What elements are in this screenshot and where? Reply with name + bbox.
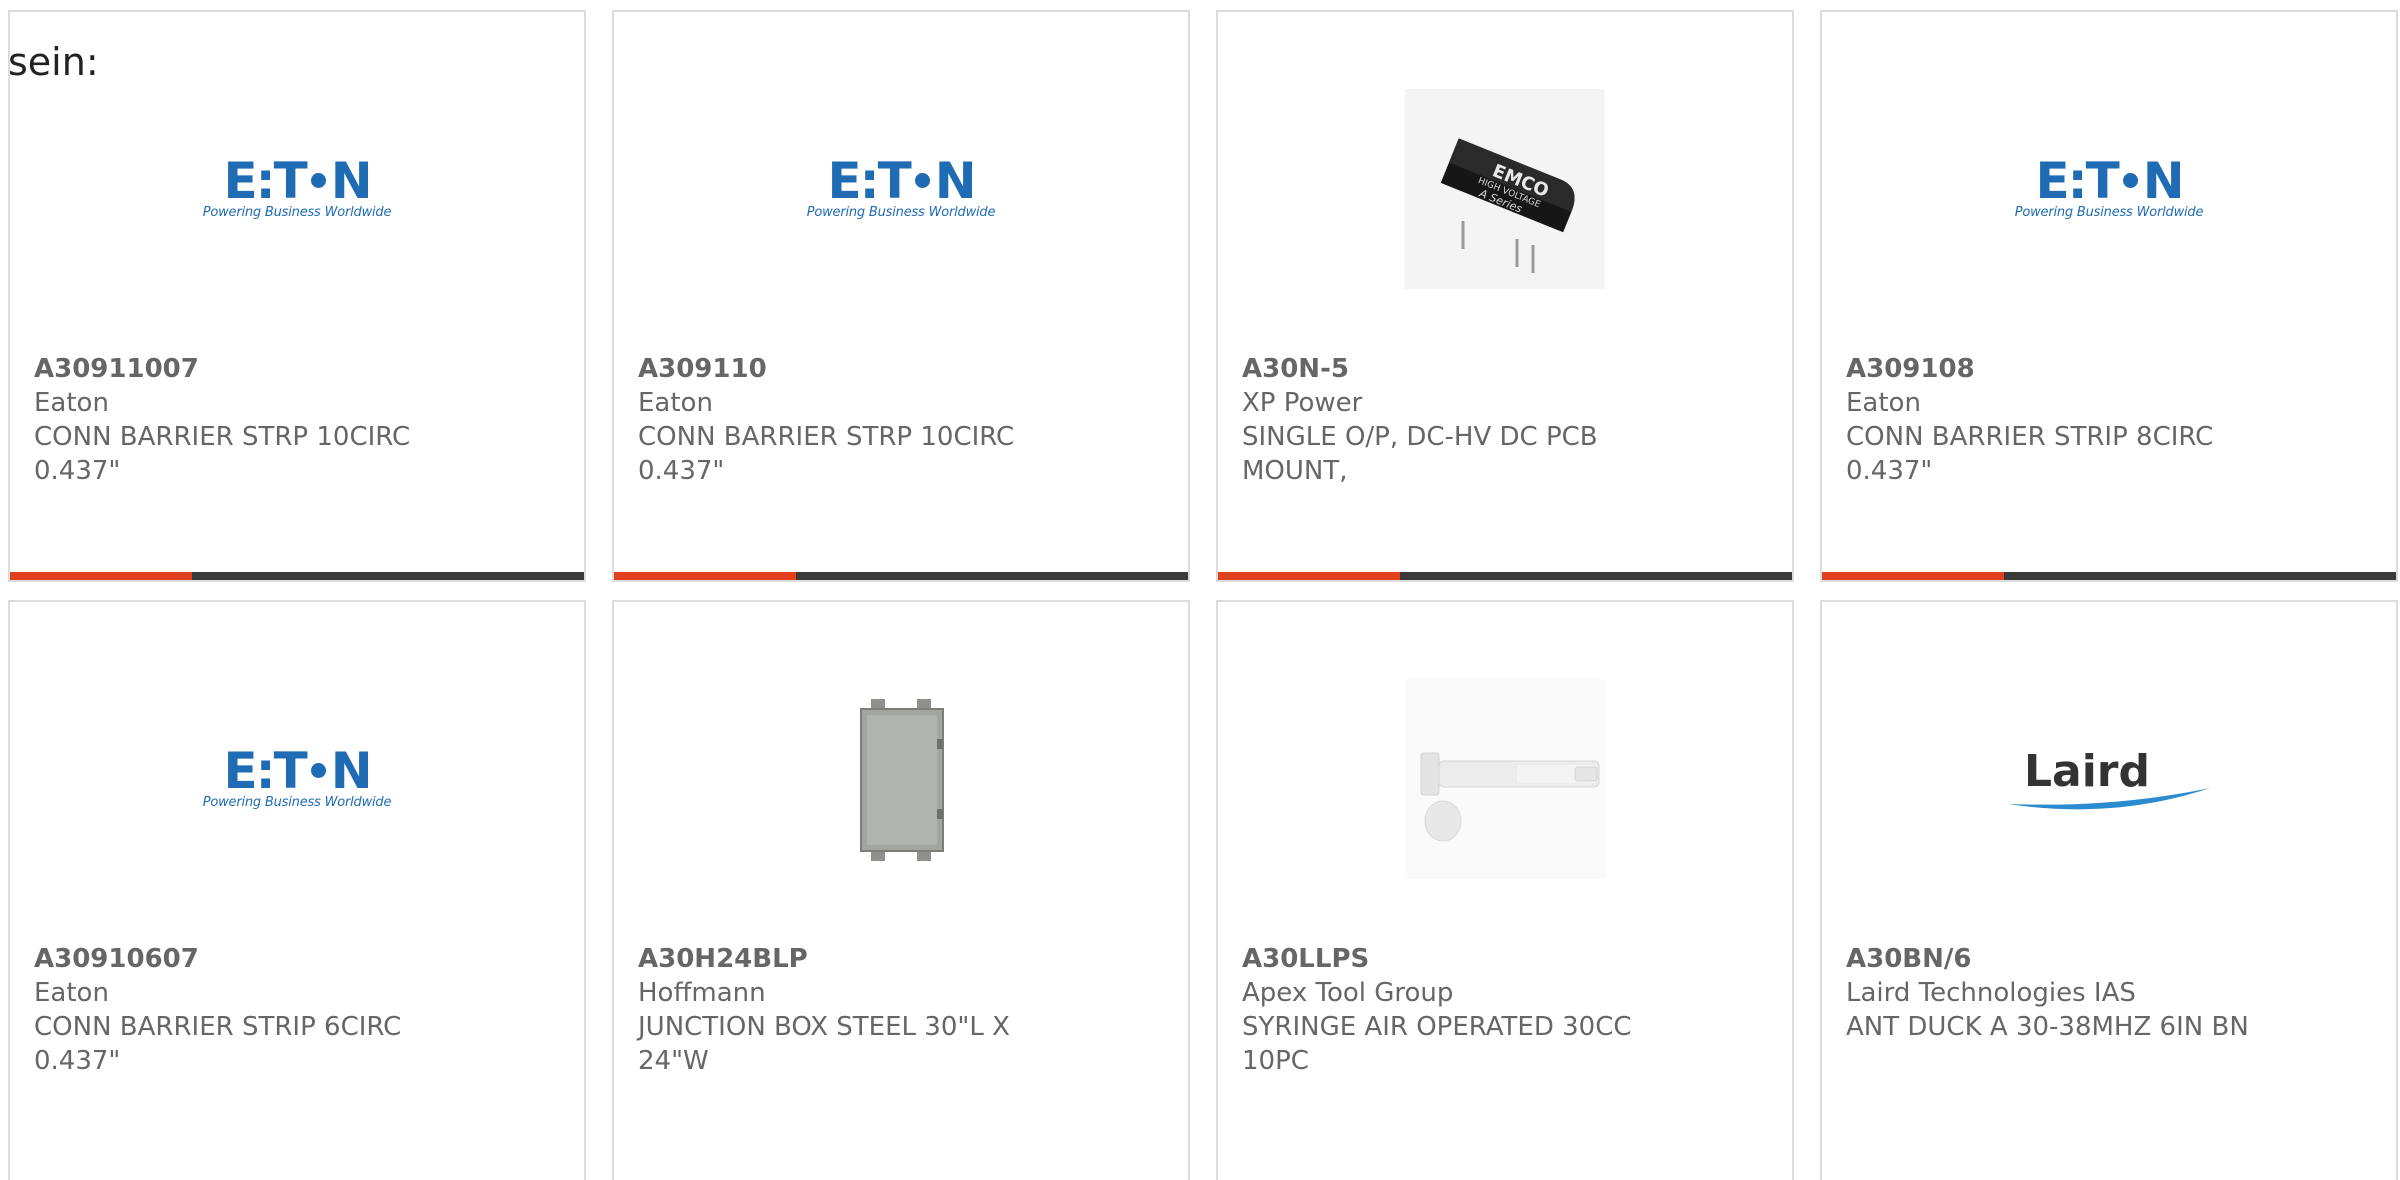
part-number[interactable]: A30LLPS: [1242, 942, 1752, 976]
part-number[interactable]: A309108: [1846, 352, 2356, 386]
product-image[interactable]: EMCO HIGH VOLTAGE A Series: [1218, 84, 1792, 294]
emco-module-image: EMCO HIGH VOLTAGE A Series: [1405, 89, 1605, 289]
manufacturer: Eaton: [34, 388, 109, 418]
product-card[interactable]: E:TN Powering Business Worldwide A309110…: [8, 10, 586, 582]
description-cont: 0.437": [638, 456, 725, 486]
product-card[interactable]: E:TN Powering Business Worldwide A309106…: [8, 600, 586, 1180]
junction-box-image: [801, 679, 1001, 879]
product-card[interactable]: A30H24BLP Hoffmann JUNCTION BOX STEEL 30…: [612, 600, 1190, 1180]
product-image[interactable]: Laird: [1822, 674, 2396, 884]
manufacturer: Eaton: [638, 388, 713, 418]
part-number[interactable]: A30H24BLP: [638, 942, 1148, 976]
eaton-logo: E:TN Powering Business Worldwide: [806, 151, 996, 220]
product-image[interactable]: E:TN Powering Business Worldwide: [1822, 84, 2396, 294]
product-card[interactable]: E:TN Powering Business Worldwide A309110…: [612, 10, 1190, 582]
card-progress-bar: [10, 572, 584, 580]
part-number[interactable]: A309110: [638, 352, 1148, 386]
product-image[interactable]: [614, 674, 1188, 884]
part-number[interactable]: A30N-5: [1242, 352, 1752, 386]
part-number[interactable]: A30BN/6: [1846, 942, 2356, 976]
manufacturer: Hoffmann: [638, 978, 766, 1008]
product-image[interactable]: E:TN Powering Business Worldwide: [10, 674, 584, 884]
product-card[interactable]: E:TN Powering Business Worldwide A309108…: [1820, 10, 2398, 582]
card-progress-bar: [1822, 572, 2396, 580]
card-progress-bar: [1218, 572, 1792, 580]
part-number[interactable]: A30911007: [34, 352, 544, 386]
description: CONN BARRIER STRIP 8CIRC: [1846, 422, 2214, 452]
description: SYRINGE AIR OPERATED 30CC: [1242, 1012, 1632, 1042]
description-cont: MOUNT,: [1242, 456, 1348, 486]
description: JUNCTION BOX STEEL 30"L X: [638, 1012, 1010, 1042]
intro-text: sein:: [8, 40, 99, 84]
description: CONN BARRIER STRP 10CIRC: [638, 422, 1015, 452]
product-card[interactable]: EMCO HIGH VOLTAGE A Series A30N-5 XP Pow…: [1216, 10, 1794, 582]
manufacturer: Laird Technologies IAS: [1846, 978, 2136, 1008]
part-number[interactable]: A30910607: [34, 942, 544, 976]
manufacturer: Apex Tool Group: [1242, 978, 1454, 1008]
description: ANT DUCK A 30-38MHZ 6IN BN: [1846, 1012, 2249, 1042]
description: CONN BARRIER STRIP 6CIRC: [34, 1012, 402, 1042]
description-cont: 24"W: [638, 1046, 709, 1076]
manufacturer: Eaton: [1846, 388, 1921, 418]
description-cont: 0.437": [1846, 456, 1933, 486]
syringe-image: [1405, 679, 1605, 879]
product-card[interactable]: Laird A30BN/6 Laird Technologies IAS ANT…: [1820, 600, 2398, 1180]
eaton-logo: E:TN Powering Business Worldwide: [2014, 151, 2204, 220]
product-image[interactable]: [1218, 674, 1792, 884]
eaton-logo: E:TN Powering Business Worldwide: [202, 741, 392, 810]
description: SINGLE O/P, DC-HV DC PCB: [1242, 422, 1598, 452]
eaton-logo: E:TN Powering Business Worldwide: [202, 151, 392, 220]
product-card[interactable]: A30LLPS Apex Tool Group SYRINGE AIR OPER…: [1216, 600, 1794, 1180]
product-image[interactable]: E:TN Powering Business Worldwide: [614, 84, 1188, 294]
description-cont: 10PC: [1242, 1046, 1309, 1076]
description: CONN BARRIER STRP 10CIRC: [34, 422, 411, 452]
description-cont: 0.437": [34, 456, 121, 486]
product-image[interactable]: E:TN Powering Business Worldwide: [10, 84, 584, 294]
laird-logo: Laird: [2004, 744, 2214, 814]
manufacturer: Eaton: [34, 978, 109, 1008]
description-cont: 0.437": [34, 1046, 121, 1076]
card-progress-bar: [614, 572, 1188, 580]
manufacturer: XP Power: [1242, 388, 1363, 418]
